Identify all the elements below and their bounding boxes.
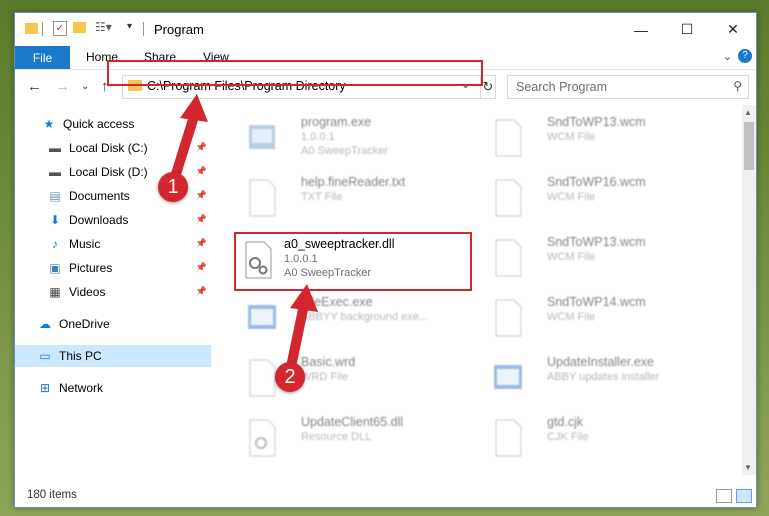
annotation-arrows [171, 94, 318, 367]
step-badge-1: 1 [158, 172, 188, 202]
arrow-1-head [180, 94, 208, 122]
step-badge-2: 2 [275, 362, 305, 392]
arrow-2-head [290, 284, 318, 312]
